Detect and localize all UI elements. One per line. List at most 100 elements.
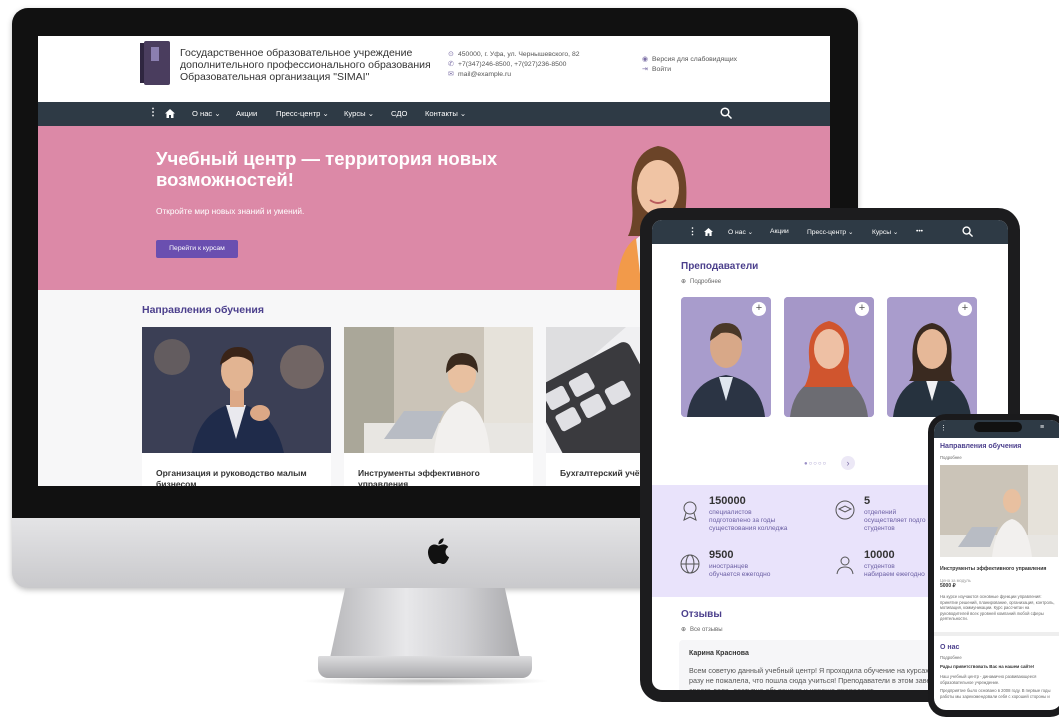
email-link[interactable]: mail@example.ru [458,71,511,78]
org-name: Государственное образовательное учрежден… [180,47,440,83]
home-icon[interactable] [704,228,713,236]
plus-icon[interactable]: + [855,302,869,316]
teacher-card[interactable]: + [681,297,771,417]
main-nav: ⋮ О нас ⌄ Акции Пресс-центр ⌄ Курсы ⌄ СД… [38,102,830,126]
search-icon[interactable] [962,226,973,237]
search-icon[interactable] [720,107,732,119]
award-icon [683,501,697,521]
carousel-dots[interactable]: ●○○○○ [804,461,827,467]
nav-item-press[interactable]: Пресс-центр ⌄ [276,109,329,118]
phone-more-link[interactable]: Подробнее [940,455,962,461]
review-author: Карина Краснова [689,650,749,657]
businessman-photo [142,327,331,453]
org-line-1: Государственное образовательное учрежден… [180,47,413,59]
menu-dots-icon[interactable]: ⋮ [688,226,697,237]
about-title: О нас [940,644,960,651]
nav-item-promotions[interactable]: Акции [236,109,257,118]
card-title: Организация и руководство малым бизнесом [156,468,307,486]
stat-label-line: существования колледжа [709,525,788,532]
desktop-shadow [300,676,550,686]
divider [934,632,1059,636]
apple-logo-icon [428,538,450,565]
phone-link[interactable]: +7(347)246-8500, +7(927)236-8500 [458,61,566,68]
nav-item-press[interactable]: Пресс-центр ⌄ [807,228,854,236]
nav-more-icon[interactable]: ••• [916,228,923,235]
nav-item-about[interactable]: О нас ⌄ [728,228,753,236]
header-contacts: ⊙ 450000, г. Уфа, ул. Чернышевского, 82 ✆… [448,50,580,80]
address-text: 450000, г. Уфа, ул. Чернышевского, 82 [458,51,580,58]
login-link[interactable]: Войти [652,66,671,73]
menu-dots-icon[interactable]: ⋮ [940,424,947,432]
org-line-3: Образовательная организация "SIMAI" [180,71,370,83]
nav-label: Контакты [425,109,458,118]
nav-label: О нас [192,109,213,118]
about-welcome: Рады приветствовать Вас на нашем сайте! [940,664,1035,669]
office-woman-photo [940,465,1058,557]
go-to-courses-button[interactable]: Перейти к курсам [156,240,238,258]
student-icon [836,556,854,575]
arrow-circle-icon: ⊕ [681,627,687,633]
hero-title: Учебный центр — территория новых возможн… [156,148,498,190]
phone-course-title: Инструменты эффективного управления [940,566,1047,572]
about-text: Наш учебный центр - динамично развивающе… [940,674,1037,685]
phone-notch [974,422,1022,432]
teachers-more-link[interactable]: ⊕ Подробнее [681,278,721,285]
about-more-link[interactable]: Подробнее [940,655,962,661]
nav-label: Акции [236,109,258,118]
home-icon[interactable] [165,109,175,118]
mail-icon: ✉ [448,71,454,78]
nav-label: Курсы [344,109,366,118]
teacher-card[interactable]: + [784,297,874,417]
nav-item-promotions[interactable]: Акции [770,228,789,235]
nav-item-contacts[interactable]: Контакты ⌄ [425,109,466,118]
header-user-links: ◉ Версия для слабовидящих ⇥ Войти [642,55,737,75]
nav-label: Акции [770,228,789,235]
menu-dots-icon[interactable]: ⋮ [148,107,158,118]
logo-icon[interactable] [140,41,170,85]
globe-icon [680,554,700,574]
nav-label: Пресс-центр [276,109,321,118]
nav-label: Курсы [872,229,892,236]
section-title: Направления обучения [142,304,265,316]
arrow-circle-icon: ⊕ [681,279,687,285]
nav-item-about[interactable]: О нас ⌄ [192,109,221,118]
hamburger-icon[interactable]: ≡ [1040,424,1044,431]
nav-item-courses[interactable]: Курсы ⌄ [872,228,899,236]
desktop-stand-base [318,656,532,678]
phone-nav: ⋮ ≡ [934,420,1059,438]
login-icon: ⇥ [642,66,648,73]
card-title: Инструменты эффективного управления [358,468,480,486]
course-description: На курсе изучаются основные функции упра… [940,594,1055,621]
reviews-title: Отзывы [681,609,722,620]
org-line-2: дополнительного профессионального образо… [180,59,431,71]
nav-item-lms[interactable]: СДО [391,109,407,118]
nav-label: ••• [916,228,924,235]
graduate-cap-icon [835,500,855,520]
about-text: Предприятие было основано в 2008 году. В… [940,688,1051,699]
chevron-right-icon[interactable]: › [841,456,855,470]
teachers-title: Преподаватели [681,261,759,272]
price-value: 5000 ₽ [940,583,956,589]
nav-label: Пресс-центр [807,229,847,236]
desktop-stand [330,588,520,658]
mockup-stage: Государственное образовательное учрежден… [0,0,1059,717]
all-reviews-label: Все отзывы [690,627,723,633]
direction-card[interactable]: Организация и руководство малым бизнесом [142,327,331,486]
eye-icon: ◉ [642,56,648,63]
teacher-card[interactable]: + [887,297,977,417]
office-woman-photo [344,327,533,453]
nav-label: СДО [391,109,408,118]
phone-section-title: Направления обучения [940,443,1022,450]
accessibility-link[interactable]: Версия для слабовидящих [652,56,737,63]
location-icon: ⊙ [448,51,454,58]
hero-subtitle: Откройте мир новых знаний и умений. [156,206,305,216]
phone-mockup: ⋮ ≡ Направления обучения Подробнее Инстр… [928,414,1059,717]
plus-icon[interactable]: + [752,302,766,316]
nav-item-courses[interactable]: Курсы ⌄ [344,109,374,118]
direction-card[interactable]: Инструменты эффективного управления [344,327,533,486]
plus-icon[interactable]: + [958,302,972,316]
phone-icon: ✆ [448,61,454,68]
all-reviews-link[interactable]: ⊕ Все отзывы [681,626,723,633]
phone-screen: ⋮ ≡ Направления обучения Подробнее Инстр… [934,420,1059,710]
more-label: Подробнее [690,279,722,285]
